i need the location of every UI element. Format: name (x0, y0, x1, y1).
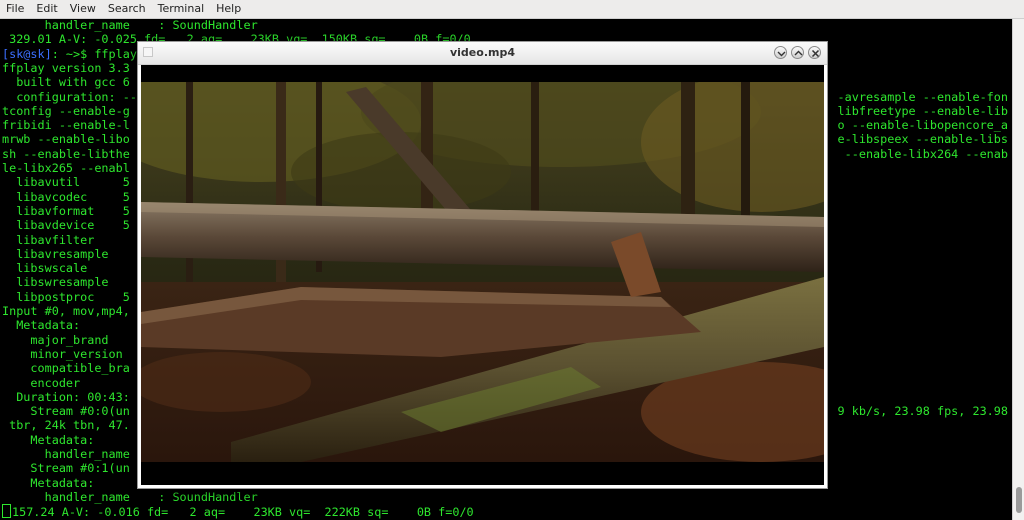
terminal-line: configuration: -- (2, 89, 137, 104)
terminal-line: Stream #0:0(un (2, 404, 130, 419)
terminal-line: libavfilter (2, 232, 95, 247)
terminal-cursor (2, 504, 11, 519)
terminal-line: libswresample (2, 275, 109, 290)
menu-terminal[interactable]: Terminal (152, 0, 211, 18)
terminal-line: libswscale (2, 261, 88, 276)
terminal-line: minor_version (2, 346, 123, 361)
terminal-line: mrwb --enable-libo (2, 132, 130, 147)
terminal-line: 157.24 A-V: -0.016 fd= 2 aq= 23KB vq= 22… (2, 504, 474, 520)
terminal-line-tail: o --enable-libopencore_a (837, 118, 1008, 133)
maximize-icon (794, 50, 803, 56)
terminal-line-text: 157.24 A-V: -0.016 fd= 2 aq= 23KB vq= 22… (12, 505, 474, 520)
terminal-line: tconfig --enable-g (2, 103, 130, 118)
terminal-line: libavformat 5 (2, 203, 130, 218)
terminal-scrollbar[interactable] (1012, 19, 1024, 520)
terminal-line: handler_name : SoundHandler (2, 19, 258, 32)
close-icon (811, 49, 820, 58)
terminal-line: [sk@sk]: ~>$ ffplay (2, 46, 137, 61)
terminal-line: libavdevice 5 (2, 218, 130, 233)
terminal-line: Metadata: (2, 475, 95, 490)
terminal-line: libavcodec 5 (2, 189, 130, 204)
minimize-icon (777, 51, 786, 57)
terminal-line: Stream #0:1(un (2, 461, 130, 476)
terminal-line: libavresample (2, 246, 109, 261)
menu-bar: File Edit View Search Terminal Help (0, 0, 1024, 19)
terminal-line-tail: e-libspeex --enable-libs (837, 132, 1008, 147)
close-button[interactable] (808, 46, 821, 59)
video-player-window[interactable]: video.mp4 (137, 41, 828, 489)
menu-view[interactable]: View (64, 0, 102, 18)
maximize-button[interactable] (791, 46, 804, 59)
terminal-line: built with gcc 6 (2, 75, 130, 90)
terminal-line: major_brand (2, 332, 109, 347)
terminal-line: Metadata: (2, 432, 95, 447)
terminal-line-tail: 9 kb/s, 23.98 fps, 23.98 (837, 404, 1008, 419)
terminal-line: sh --enable-libthe (2, 146, 130, 161)
prompt-user: [sk@sk] (2, 46, 52, 61)
terminal-line: tbr, 24k tbn, 47. (2, 418, 130, 433)
menu-help[interactable]: Help (210, 0, 247, 18)
minimize-button[interactable] (774, 46, 787, 59)
terminal-line: le-libx265 --enabl (2, 161, 130, 175)
terminal-line-tail: libfreetype --enable-lib (837, 103, 1008, 118)
terminal-line: fribidi --enable-l (2, 118, 130, 133)
window-title: video.mp4 (449, 46, 515, 59)
menu-file[interactable]: File (0, 0, 30, 18)
terminal-line: encoder (2, 375, 81, 390)
video-surface[interactable] (141, 65, 824, 485)
scrollbar-thumb[interactable] (1016, 487, 1022, 513)
video-frame (141, 82, 824, 462)
terminal-line: handler_name : SoundHandler (2, 489, 258, 504)
terminal-line-tail: -avresample --enable-fon (837, 89, 1008, 104)
terminal-line: compatible_bra (2, 361, 130, 376)
terminal-line: Metadata: (2, 318, 81, 333)
menu-search[interactable]: Search (102, 0, 152, 18)
terminal-line: ffplay version 3.3 (2, 60, 130, 75)
terminal-line: handler_name (2, 447, 130, 461)
window-titlebar[interactable]: video.mp4 (138, 42, 827, 65)
menu-edit[interactable]: Edit (30, 0, 63, 18)
terminal-line: libpostproc 5 (2, 289, 130, 304)
terminal-line: libavutil 5 (2, 175, 130, 190)
terminal-line: Duration: 00:43: (2, 389, 130, 404)
terminal-line: Input #0, mov,mp4, (2, 304, 130, 318)
terminal-line-tail: --enable-libx264 --enab (844, 146, 1008, 161)
